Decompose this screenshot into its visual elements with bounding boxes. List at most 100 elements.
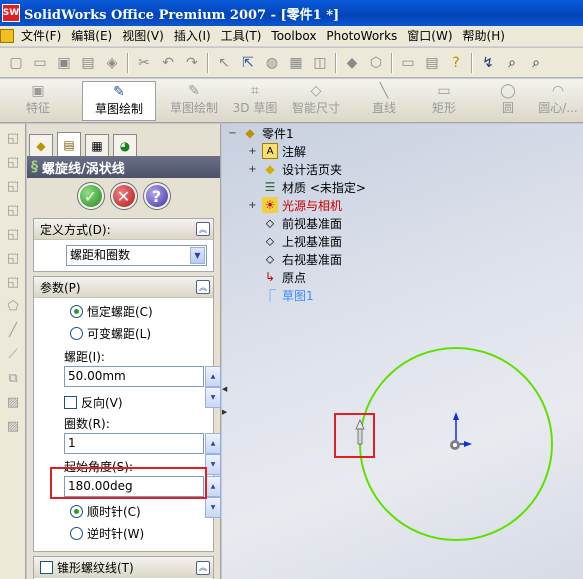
cmd-sketch-disabled[interactable]: ✎ 草图绘制 [166, 81, 222, 121]
taper-group-title: 锥形螺纹线(T) [57, 561, 134, 575]
variable-pitch-option[interactable]: 可变螺距(L) [70, 322, 213, 344]
3d-sketch-icon: ⌗ [251, 83, 259, 99]
sketch-canvas[interactable] [222, 124, 583, 579]
spin-up-icon[interactable]: ▲ [205, 433, 221, 454]
menu-help[interactable]: 帮助(H) [458, 27, 510, 46]
params-group-header[interactable]: 参数(P) ︽ [34, 277, 213, 298]
chevron-down-icon[interactable]: ▼ [190, 247, 205, 264]
pitch-spinner[interactable]: ▲ ▼ [205, 366, 221, 408]
menu-insert[interactable]: 插入(I) [169, 27, 216, 46]
mirror-icon[interactable]: ⧉ [3, 368, 23, 388]
clockwise-radio[interactable] [70, 504, 83, 518]
constant-pitch-radio[interactable] [70, 304, 83, 318]
spin-up-icon[interactable]: ▲ [205, 366, 221, 387]
cmd-3d-sketch[interactable]: ⌗ 3D 草图 [230, 81, 280, 121]
options-icon[interactable]: ▤ [422, 53, 442, 73]
display-icon[interactable]: ⬡ [366, 53, 386, 73]
appearance-tab[interactable]: ◕ [113, 134, 137, 156]
define-method-value: 螺距和圈数 [70, 248, 131, 262]
cmd-sketch[interactable]: ✎ 草图绘制 [82, 81, 156, 121]
feature-tree-tab[interactable]: ◆ [29, 134, 53, 156]
select-icon[interactable]: ↖ [214, 53, 234, 73]
menu-tools[interactable]: 工具(T) [216, 27, 267, 46]
menu-photoworks[interactable]: PhotoWorks [321, 27, 402, 46]
solidworks-logo-icon: SW [2, 4, 20, 22]
pattern-icon[interactable]: ◫ [310, 53, 330, 73]
rebuild-icon[interactable]: ◈ [102, 53, 122, 73]
zoom-icon[interactable]: ⌕ [502, 53, 522, 73]
taper-option[interactable]: 锥形螺纹线(T) [40, 559, 134, 576]
variable-pitch-radio[interactable] [70, 326, 83, 340]
help-icon[interactable]: ? [446, 53, 466, 73]
box-icon[interactable]: ◱ [3, 152, 23, 172]
redo-icon[interactable]: ↷ [182, 53, 202, 73]
collapse-icon[interactable]: ︽ [196, 560, 210, 575]
define-group-header[interactable]: 定义方式(D): ︽ [34, 219, 213, 240]
cmd-line[interactable]: ╲ 直线 [364, 81, 404, 121]
view-icon[interactable]: ◆ [342, 53, 362, 73]
zoom-area-icon[interactable]: ⌕ [526, 53, 546, 73]
spin-down-icon[interactable]: ▼ [205, 497, 221, 518]
configuration-tab[interactable]: ▦ [85, 134, 109, 156]
trim-icon[interactable]: ⟋ [3, 344, 23, 364]
pattern-icon[interactable]: ▨ [3, 392, 23, 412]
open-icon[interactable]: ▭ [30, 53, 50, 73]
menu-edit[interactable]: 编辑(E) [66, 27, 117, 46]
box-icon[interactable]: ◱ [3, 200, 23, 220]
title-bar: SW SolidWorks Office Premium 2007 - [零件1… [0, 0, 583, 26]
document-menu-icon[interactable] [0, 29, 14, 43]
cmd-features[interactable]: ▣ 特征 [8, 81, 68, 121]
collapse-icon[interactable]: ︽ [196, 280, 210, 294]
new-icon[interactable]: ▢ [6, 53, 26, 73]
start-angle-spinner[interactable]: ▲ ▼ [205, 476, 221, 518]
reverse-checkbox[interactable] [64, 395, 77, 409]
cmd-circle[interactable]: ◯ 圆 [490, 81, 526, 121]
spin-up-icon[interactable]: ▲ [205, 476, 221, 497]
sketch-line-icon[interactable]: ╱ [3, 320, 23, 340]
undo-icon[interactable]: ↶ [158, 53, 178, 73]
cancel-button[interactable]: ✕ [109, 182, 138, 210]
taper-group-header[interactable]: 锥形螺纹线(T) ︽ [34, 557, 213, 578]
ok-button[interactable]: ✓ [76, 182, 105, 210]
counterclockwise-option[interactable]: 逆时针(W) [70, 522, 213, 544]
cut-icon[interactable]: ✂ [134, 53, 154, 73]
save-icon[interactable]: ▣ [54, 53, 74, 73]
revolutions-input[interactable]: 1 ▲ ▼ [64, 433, 221, 475]
toolbar-separator [335, 52, 337, 73]
menu-window[interactable]: 窗口(W) [402, 27, 457, 46]
menu-file[interactable]: 文件(F) [16, 27, 66, 46]
box-icon[interactable]: ◱ [3, 224, 23, 244]
help-button[interactable]: ? [142, 182, 171, 210]
cmd-rectangle[interactable]: ▭ 矩形 [424, 81, 464, 121]
filter-icon[interactable]: ⇱ [238, 53, 258, 73]
box-icon[interactable]: ◱ [3, 176, 23, 196]
grid-icon[interactable]: ▦ [286, 53, 306, 73]
screen-icon[interactable]: ▭ [398, 53, 418, 73]
reverse-option[interactable]: 反向(V) [64, 391, 213, 413]
revolutions-spinner[interactable]: ▲ ▼ [205, 433, 221, 475]
cmd-smart-dimension[interactable]: ◇ 智能尺寸 [288, 81, 344, 121]
pitch-input[interactable]: 50.00mm ▲ ▼ [64, 366, 221, 408]
box-icon[interactable]: ⬠ [3, 296, 23, 316]
spin-down-icon[interactable]: ▼ [205, 454, 221, 475]
cmd-arc[interactable]: ◠ 圆心/... [534, 81, 582, 121]
constant-pitch-option[interactable]: 恒定螺距(C) [70, 300, 213, 322]
flip-icon[interactable]: ↯ [478, 53, 498, 73]
counterclockwise-radio[interactable] [70, 526, 83, 540]
property-manager-tab[interactable]: ▤ [57, 132, 81, 156]
box-icon[interactable]: ◱ [3, 248, 23, 268]
graphics-area[interactable]: − ◆ 零件1 + A 注解 + ◆ 设计活页夹 ☰ 材质 <未指定> + ☀ … [222, 124, 583, 579]
collapse-icon[interactable]: ︽ [196, 222, 210, 236]
define-method-select[interactable]: 螺距和圈数 ▼ [66, 245, 207, 266]
print-icon[interactable]: ▤ [78, 53, 98, 73]
light-icon[interactable]: ◍ [262, 53, 282, 73]
menu-view[interactable]: 视图(V) [117, 27, 169, 46]
taper-checkbox[interactable] [40, 561, 53, 574]
params-group-title: 参数(P) [40, 280, 81, 295]
menu-toolbox[interactable]: Toolbox [266, 27, 321, 46]
clockwise-option[interactable]: 顺时针(C) [70, 500, 213, 522]
box-icon[interactable]: ◱ [3, 128, 23, 148]
pattern-icon[interactable]: ▨ [3, 416, 23, 436]
box-icon[interactable]: ◱ [3, 272, 23, 292]
spin-down-icon[interactable]: ▼ [205, 387, 221, 408]
